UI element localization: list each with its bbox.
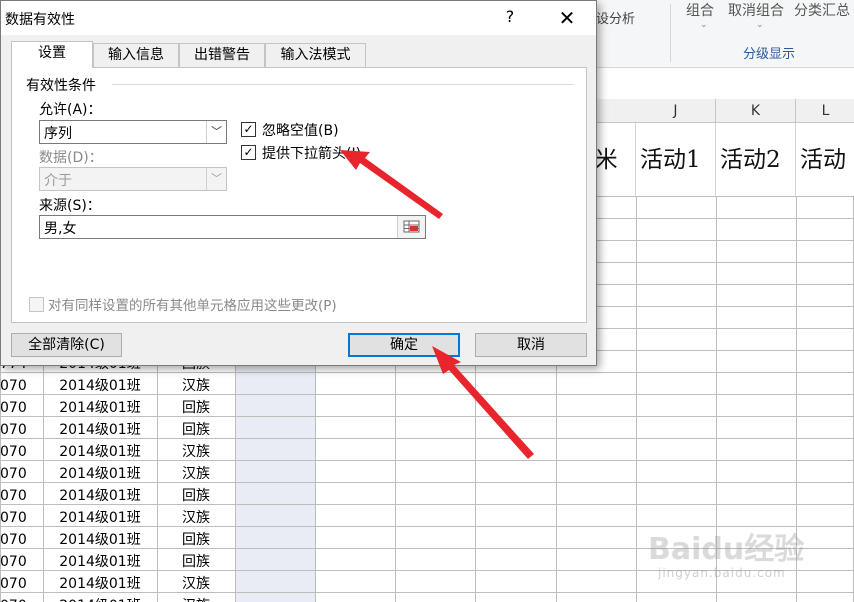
data-select: 介于 ﹀	[39, 167, 227, 191]
ungroup-button[interactable]: 取消组合	[728, 0, 784, 20]
cell-ethnicity[interactable]: 汉族	[158, 595, 234, 602]
cell-ethnicity[interactable]: 回族	[158, 485, 234, 507]
subtotal-button[interactable]: 分类汇总	[794, 0, 850, 20]
cell-class[interactable]: 2014级01班	[44, 397, 156, 419]
ribbon-tail-button[interactable]: 设分析	[596, 8, 635, 27]
table-row[interactable]: 070 2014级01班 回族	[0, 551, 240, 573]
cell-class[interactable]: 2014级01班	[44, 485, 156, 507]
cell-id[interactable]: 070	[0, 551, 42, 573]
cell-ethnicity[interactable]: 回族	[158, 397, 234, 419]
cell-id[interactable]: 070	[0, 595, 42, 602]
cell-class[interactable]: 2014级01班	[44, 595, 156, 602]
table-row[interactable]: 0702014级01班汉族	[0, 573, 240, 595]
cell-id[interactable]: 070	[0, 441, 42, 463]
table-row[interactable]: 070 2014级01班 回族	[0, 397, 240, 419]
cell-ethnicity[interactable]: 回族	[158, 551, 234, 573]
cell-ethnicity[interactable]: 回族	[158, 529, 234, 551]
cell-class[interactable]: 2014级01班	[44, 551, 156, 573]
allow-select[interactable]: 序列 ﹀	[39, 120, 227, 144]
column-header-k[interactable]: K	[716, 99, 796, 123]
dialog-title: 数据有效性	[5, 12, 75, 28]
range-select-icon[interactable]	[397, 216, 425, 238]
close-icon[interactable]: ✕	[549, 3, 585, 33]
table-row[interactable]: 0702014级01班汉族	[0, 463, 240, 485]
tab-ime-mode[interactable]: 输入法模式	[265, 43, 366, 67]
validation-criteria-legend: 有效性条件	[26, 75, 100, 95]
group-button[interactable]: 组合	[686, 0, 714, 20]
header-cell[interactable]: 活动1	[636, 123, 716, 197]
source-input-value: 男,女	[44, 221, 77, 237]
cell-id[interactable]: 070	[0, 573, 42, 595]
cell-class[interactable]: 2014级01班	[44, 529, 156, 551]
group-dropdown-icon[interactable]: ⌄	[700, 20, 708, 30]
outline-group-label: 分级显示	[742, 47, 795, 62]
source-input[interactable]: 男,女	[39, 215, 426, 239]
cell-ethnicity[interactable]: 汉族	[158, 507, 234, 529]
tab-input-message[interactable]: 输入信息	[93, 43, 179, 67]
header-cell[interactable]: 活动2	[716, 123, 796, 197]
ungroup-dropdown-icon[interactable]: ⌄	[756, 20, 764, 30]
settings-panel: 有效性条件 允许(A)： 序列 ﹀ 数据(D)： 介于 ﹀ ✓ 忽略空值(B) …	[11, 67, 587, 323]
cell-id[interactable]: 070	[0, 463, 42, 485]
dropdown-arrow-checkbox[interactable]: ✓	[241, 145, 256, 160]
cell-class[interactable]: 2014级01班	[44, 463, 156, 485]
apply-all-label: 对有同样设置的所有其他单元格应用这些更改(P)	[48, 298, 337, 314]
header-cell[interactable]: 活动	[796, 123, 854, 197]
table-row[interactable]: 0702014级01班汉族	[0, 507, 240, 529]
cell-ethnicity[interactable]: 回族	[158, 419, 234, 441]
cell-id[interactable]: 070	[0, 529, 42, 551]
dialog-titlebar[interactable]: 数据有效性 ? ✕	[1, 1, 596, 35]
apply-all-checkbox	[29, 297, 44, 312]
source-label: 来源(S)：	[39, 198, 101, 214]
clear-all-button[interactable]: 全部清除(C)	[11, 333, 122, 357]
legend-divider	[112, 84, 574, 85]
cell-class[interactable]: 2014级01班	[44, 573, 156, 595]
data-validation-dialog: 数据有效性 ? ✕ 设置 输入信息 出错警告 输入法模式 有效性条件 允许(A)…	[0, 0, 597, 366]
cell-id[interactable]: 070	[0, 485, 42, 507]
table-row[interactable]: 0702014级01班汉族	[0, 375, 240, 397]
column-header-l[interactable]: L	[796, 99, 854, 123]
dropdown-arrow-label[interactable]: 提供下拉箭头(I)	[262, 143, 361, 163]
chevron-down-icon: ﹀	[206, 168, 226, 190]
cell-class[interactable]: 2014级01班	[44, 419, 156, 441]
table-row[interactable]: 070 2014级01班 回族	[0, 485, 240, 507]
cell-id[interactable]: 070	[0, 507, 42, 529]
cancel-button[interactable]: 取消	[475, 333, 587, 357]
table-row[interactable]: 0702014级01班汉族	[0, 595, 240, 602]
grid-vline	[636, 197, 637, 602]
cell-class[interactable]: 2014级01班	[44, 441, 156, 463]
data-label: 数据(D)：	[39, 150, 103, 166]
cell-ethnicity[interactable]: 汉族	[158, 441, 234, 463]
cell-id[interactable]: 070	[0, 419, 42, 441]
ignore-blank-label[interactable]: 忽略空值(B)	[262, 120, 339, 140]
tab-settings[interactable]: 设置	[11, 41, 93, 68]
ribbon-group-separator	[670, 4, 671, 62]
ignore-blank-checkbox[interactable]: ✓	[241, 122, 256, 137]
cell-class[interactable]: 2014级01班	[44, 375, 156, 397]
data-select-value: 介于	[44, 173, 72, 189]
cell-id[interactable]: 070	[0, 375, 42, 397]
help-icon[interactable]: ?	[498, 7, 522, 26]
cell-ethnicity[interactable]: 汉族	[158, 573, 234, 595]
cell-ethnicity[interactable]: 汉族	[158, 375, 234, 397]
table-row[interactable]: 070 2014级01班 回族	[0, 529, 240, 551]
cell-id[interactable]: 070	[0, 397, 42, 419]
baidu-watermark-url: jingyan.baidu.com	[658, 566, 786, 580]
table-row[interactable]: 070 2014级01班 回族	[0, 419, 240, 441]
cell-class[interactable]: 2014级01班	[44, 507, 156, 529]
chevron-down-icon[interactable]: ﹀	[206, 121, 226, 143]
tab-error-alert[interactable]: 出错警告	[179, 43, 265, 67]
allow-select-value: 序列	[44, 126, 72, 142]
table-row[interactable]: 0702014级01班汉族	[0, 441, 240, 463]
allow-label: 允许(A)：	[39, 102, 102, 118]
column-header-j[interactable]: J	[636, 99, 716, 123]
baidu-watermark-logo: Baidu经验	[648, 532, 805, 567]
ok-button[interactable]: 确定	[348, 333, 460, 357]
cell-ethnicity[interactable]: 汉族	[158, 463, 234, 485]
